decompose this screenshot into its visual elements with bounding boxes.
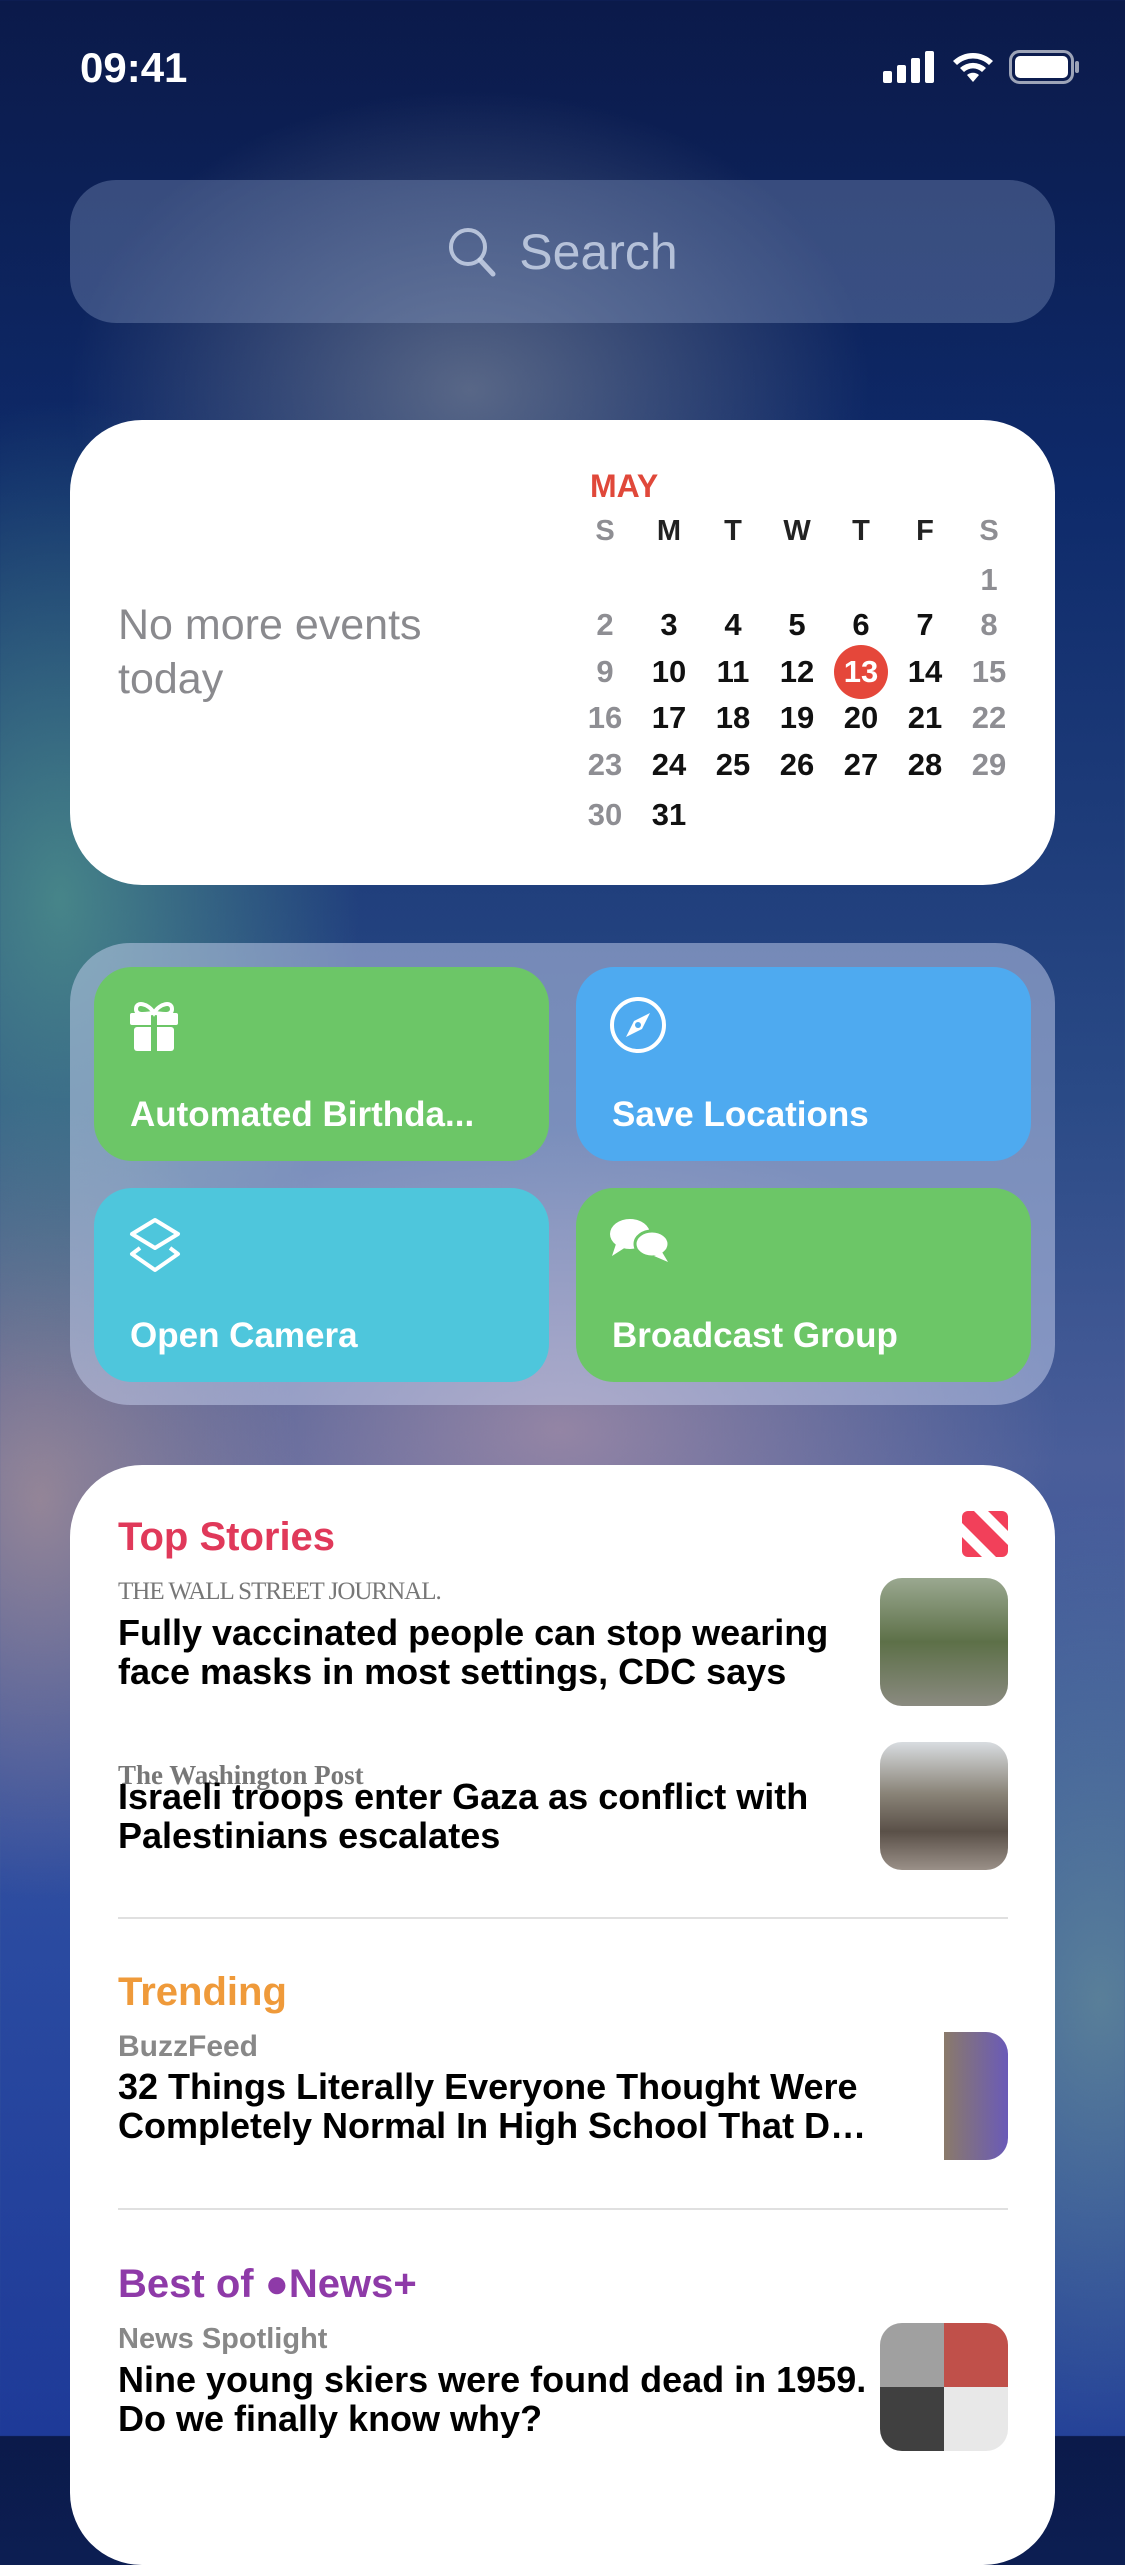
status-time: 09:41 xyxy=(80,44,188,91)
weekday-header: T xyxy=(724,515,742,547)
shortcut-open-camera[interactable]: Open Camera xyxy=(94,1188,549,1382)
calendar-day[interactable]: 17 xyxy=(639,693,699,743)
calendar-day[interactable]: 2 xyxy=(575,600,635,650)
divider xyxy=(118,1917,1008,1919)
shortcut-label: Open Camera xyxy=(130,1316,358,1355)
shortcut-label: Save Locations xyxy=(612,1095,869,1134)
section-best-of-news-plus: Best of ●News+ xyxy=(118,2262,417,2306)
shortcuts-widget: Automated Birthda... Save Locations Open… xyxy=(70,943,1055,1405)
calendar-day[interactable]: 6 xyxy=(831,600,891,650)
calendar-month: MAY xyxy=(590,468,659,504)
article-source: BuzzFeed xyxy=(118,2030,259,2063)
weekday-header: F xyxy=(916,515,934,547)
calendar-day[interactable]: 12 xyxy=(767,647,827,697)
calendar-day[interactable]: 22 xyxy=(959,693,1019,743)
calendar-day[interactable]: 14 xyxy=(895,647,955,697)
no-events-text: No more events today xyxy=(118,601,422,703)
gift-icon xyxy=(130,1002,178,1051)
calendar-day[interactable]: 10 xyxy=(639,647,699,697)
wifi-icon xyxy=(953,53,993,82)
calendar-day[interactable]: 7 xyxy=(895,600,955,650)
shortcut-save-locations[interactable]: Save Locations xyxy=(576,967,1031,1161)
news-widget[interactable]: Top Stories THE WALL STREET JOURNAL. Ful… xyxy=(70,1465,1055,2565)
weekday-header: M xyxy=(656,515,682,547)
article-source: News Spotlight xyxy=(118,2323,328,2355)
shortcut-label: Automated Birthda... xyxy=(130,1095,475,1134)
calendar-day[interactable]: 21 xyxy=(895,693,955,743)
shortcut-label: Broadcast Group xyxy=(612,1316,898,1355)
apple-logo-icon: ● xyxy=(264,2262,289,2306)
calendar-day[interactable]: 31 xyxy=(639,790,699,840)
calendar-widget[interactable]: No more events today MAY SMTWTFS12345678… xyxy=(70,420,1055,885)
calendar-day[interactable]: 18 xyxy=(703,693,763,743)
calendar-day[interactable]: 1 xyxy=(959,555,1019,605)
calendar-day[interactable]: 15 xyxy=(959,647,1019,697)
calendar-day[interactable]: 27 xyxy=(831,740,891,790)
calendar-day[interactable]: 20 xyxy=(831,693,891,743)
calendar-day-today[interactable]: 13 xyxy=(831,645,891,699)
chat-bubbles-icon xyxy=(610,1219,671,1262)
cellular-signal-icon xyxy=(883,51,934,83)
battery-icon xyxy=(1009,50,1079,84)
shortcuts-icon xyxy=(130,1218,180,1272)
search-bar[interactable]: Search xyxy=(70,180,1055,323)
article-source: THE WALL STREET JOURNAL. xyxy=(118,1578,442,1605)
calendar-day[interactable]: 5 xyxy=(767,600,827,650)
weekday-header: W xyxy=(783,515,811,547)
calendar-day[interactable]: 8 xyxy=(959,600,1019,650)
calendar-day[interactable]: 28 xyxy=(895,740,955,790)
article-headline[interactable]: Fully vaccinated people can stop wearing… xyxy=(118,1613,878,1691)
calendar-day[interactable]: 19 xyxy=(767,693,827,743)
divider xyxy=(118,2208,1008,2210)
article-headline[interactable]: Israeli troops enter Gaza as conflict wi… xyxy=(118,1777,878,1855)
compass-icon xyxy=(610,997,666,1053)
calendar-day[interactable]: 3 xyxy=(639,600,699,650)
section-trending: Trending xyxy=(118,1970,287,2014)
status-icons xyxy=(883,50,1081,84)
section-top-stories: Top Stories xyxy=(118,1515,336,1559)
calendar-day[interactable]: 24 xyxy=(639,740,699,790)
article-thumbnail-skiers[interactable] xyxy=(880,2323,1008,2451)
calendar-day[interactable]: 25 xyxy=(703,740,763,790)
search-icon xyxy=(449,227,496,276)
calendar-day[interactable]: 9 xyxy=(575,647,635,697)
calendar-day[interactable]: 11 xyxy=(703,647,763,697)
weekday-header: T xyxy=(852,515,870,547)
weekday-header: S xyxy=(595,515,615,547)
article-headline[interactable]: 32 Things Literally Everyone Thought Wer… xyxy=(118,2067,878,2145)
article-headline[interactable]: Nine young skiers were found dead in 195… xyxy=(118,2360,878,2438)
article-thumbnail-buzzfeed[interactable] xyxy=(880,2032,1008,2160)
apple-news-icon xyxy=(962,1511,1008,1557)
calendar-day[interactable]: 4 xyxy=(703,600,763,650)
search-placeholder: Search xyxy=(519,223,678,280)
calendar-day[interactable]: 26 xyxy=(767,740,827,790)
calendar-day[interactable]: 30 xyxy=(575,790,635,840)
calendar-day[interactable]: 16 xyxy=(575,693,635,743)
shortcut-broadcast-group[interactable]: Broadcast Group xyxy=(576,1188,1031,1382)
article-thumbnail-park[interactable] xyxy=(880,1578,1008,1706)
article-thumbnail-gaza[interactable] xyxy=(880,1742,1008,1870)
weekday-header: S xyxy=(979,515,999,547)
calendar-day[interactable]: 29 xyxy=(959,740,1019,790)
shortcut-automated-birthday[interactable]: Automated Birthda... xyxy=(94,967,549,1161)
calendar-day[interactable]: 23 xyxy=(575,740,635,790)
